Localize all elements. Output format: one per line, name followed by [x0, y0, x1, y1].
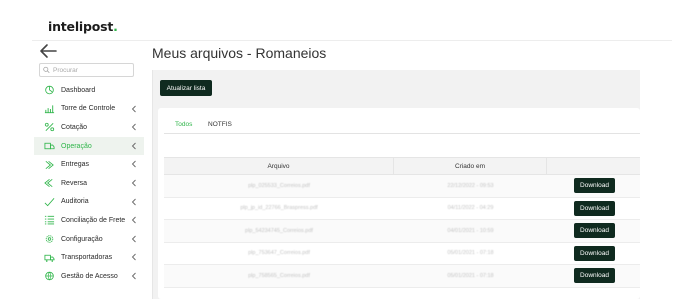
file-name: plp_54234745_Correios.pdf	[245, 227, 313, 234]
chevron-left-icon	[131, 216, 137, 224]
sidebar-item-label: Auditoria	[61, 198, 89, 206]
file-name: plp_025533_Correios.pdf	[248, 182, 310, 189]
sidebar-item-label: Operação	[61, 142, 92, 150]
chevron-left-icon	[131, 160, 137, 168]
sidebar-item-label: Configuração	[61, 235, 103, 243]
download-button[interactable]: Download	[574, 178, 615, 194]
created-at: 05/01/2021 - 07:18	[447, 250, 494, 257]
chevron-left-icon	[131, 198, 137, 206]
sidebar: Dashboard Torre de Controle Cotação Oper…	[34, 41, 146, 299]
bar-chart-icon	[43, 104, 55, 114]
sidebar-item-label: Cotação	[61, 123, 88, 131]
actions-cell: Download	[547, 198, 640, 220]
table-row: plp_54234745_Correios.pdf 04/01/2021 - 1…	[164, 220, 640, 243]
sidebar-item-dashboard[interactable]: Dashboard	[34, 81, 144, 100]
chevron-left-icon	[131, 105, 137, 113]
files-table: Arquivo Criado em plp_025533_Correios.pd…	[164, 157, 640, 288]
chevron-left-icon	[131, 142, 137, 150]
table-row: plp_jp_id_22766_Braspress.pdf 04/11/2022…	[164, 198, 640, 220]
search-icon	[43, 66, 50, 74]
tab-notfis[interactable]: NOTFIS	[208, 121, 232, 128]
back-arrow-icon[interactable]	[39, 43, 57, 59]
search-field[interactable]	[39, 63, 134, 77]
created-at: 04/11/2022 - 04:29	[447, 205, 494, 212]
brand-logo: intelipost.	[48, 19, 118, 34]
page-title: Meus arquivos - Romaneios	[152, 45, 327, 61]
list-icon	[43, 215, 55, 225]
sidebar-item-cotacao[interactable]: Cotação	[34, 118, 144, 137]
sidebar-item-label: Dashboard	[61, 86, 96, 94]
tab-bar: Todos NOTFIS	[164, 118, 640, 134]
column-header-arquivo: Arquivo	[164, 158, 394, 174]
refresh-list-button[interactable]: Atualizar lista	[160, 80, 212, 96]
sidebar-item-label: Conciliação de Frete	[61, 216, 126, 224]
sidebar-item-auditoria[interactable]: Auditoria	[34, 193, 144, 212]
actions-cell: Download	[547, 220, 640, 242]
actions-cell: Download	[547, 175, 640, 197]
sidebar-item-label: Entregas	[61, 161, 90, 169]
return-icon	[43, 178, 55, 188]
chevron-left-icon	[131, 123, 137, 131]
chevron-left-icon	[131, 235, 137, 243]
file-name: plp_758565_Correios.pdf	[248, 272, 310, 279]
table-row: plp_753647_Correios.pdf 05/01/2021 - 07:…	[164, 243, 640, 265]
sidebar-item-configuracao[interactable]: Configuração	[34, 230, 144, 249]
sidebar-item-conciliacao-de-frete[interactable]: Conciliação de Frete	[34, 211, 144, 230]
created-at: 04/01/2021 - 10:59	[447, 227, 494, 234]
created-at: 22/12/2022 - 09:53	[447, 182, 494, 189]
download-button[interactable]: Download	[574, 223, 615, 239]
percent-icon	[43, 122, 55, 132]
sidebar-item-torre-de-controle[interactable]: Torre de Controle	[34, 100, 144, 119]
tab-todos[interactable]: Todos	[175, 121, 192, 128]
table-body: plp_025533_Correios.pdf 22/12/2022 - 09:…	[164, 175, 640, 288]
app-window: intelipost. Dashboard Torre de Controle …	[0, 0, 675, 299]
download-button[interactable]: Download	[574, 245, 615, 261]
actions-cell: Download	[547, 243, 640, 265]
column-header-criado-em: Criado em	[394, 158, 547, 174]
table-row: plp_025533_Correios.pdf 22/12/2022 - 09:…	[164, 175, 640, 198]
sidebar-item-label: Transportadoras	[61, 254, 113, 262]
download-button[interactable]: Download	[574, 268, 615, 284]
sidebar-item-label: Torre de Controle	[61, 105, 116, 113]
sidebar-item-label: Reversa	[61, 179, 88, 187]
sidebar-item-transportadoras[interactable]: Transportadoras	[34, 248, 144, 267]
gear-icon	[43, 234, 55, 244]
sidebar-item-gestao-de-acesso[interactable]: Gestão de Acesso	[34, 267, 144, 286]
download-button[interactable]: Download	[574, 200, 615, 216]
check-icon	[43, 197, 55, 207]
file-name: plp_753647_Correios.pdf	[248, 250, 310, 257]
arrow-right-icon	[43, 160, 55, 170]
chevron-left-icon	[131, 253, 137, 261]
dashboard-icon	[43, 85, 55, 95]
sidebar-item-entregas[interactable]: Entregas	[34, 155, 144, 174]
chevron-left-icon	[131, 179, 137, 187]
sidebar-item-reversa[interactable]: Reversa	[34, 174, 144, 193]
file-name: plp_jp_id_22766_Braspress.pdf	[240, 205, 318, 212]
table-header: Arquivo Criado em	[164, 157, 640, 175]
search-input[interactable]	[53, 66, 133, 74]
sidebar-nav: Dashboard Torre de Controle Cotação Oper…	[34, 81, 144, 286]
truck-icon	[43, 253, 55, 263]
table-row: plp_758565_Correios.pdf 05/01/2021 - 07:…	[164, 265, 640, 288]
truck-box-icon	[43, 141, 55, 151]
column-header-actions	[547, 158, 640, 174]
sidebar-item-operacao[interactable]: Operação	[34, 136, 144, 156]
globe-icon	[43, 271, 55, 281]
chevron-left-icon	[131, 272, 137, 280]
sidebar-item-label: Gestão de Acesso	[61, 272, 118, 280]
actions-cell: Download	[547, 265, 640, 287]
created-at: 05/01/2021 - 07:18	[447, 272, 494, 279]
